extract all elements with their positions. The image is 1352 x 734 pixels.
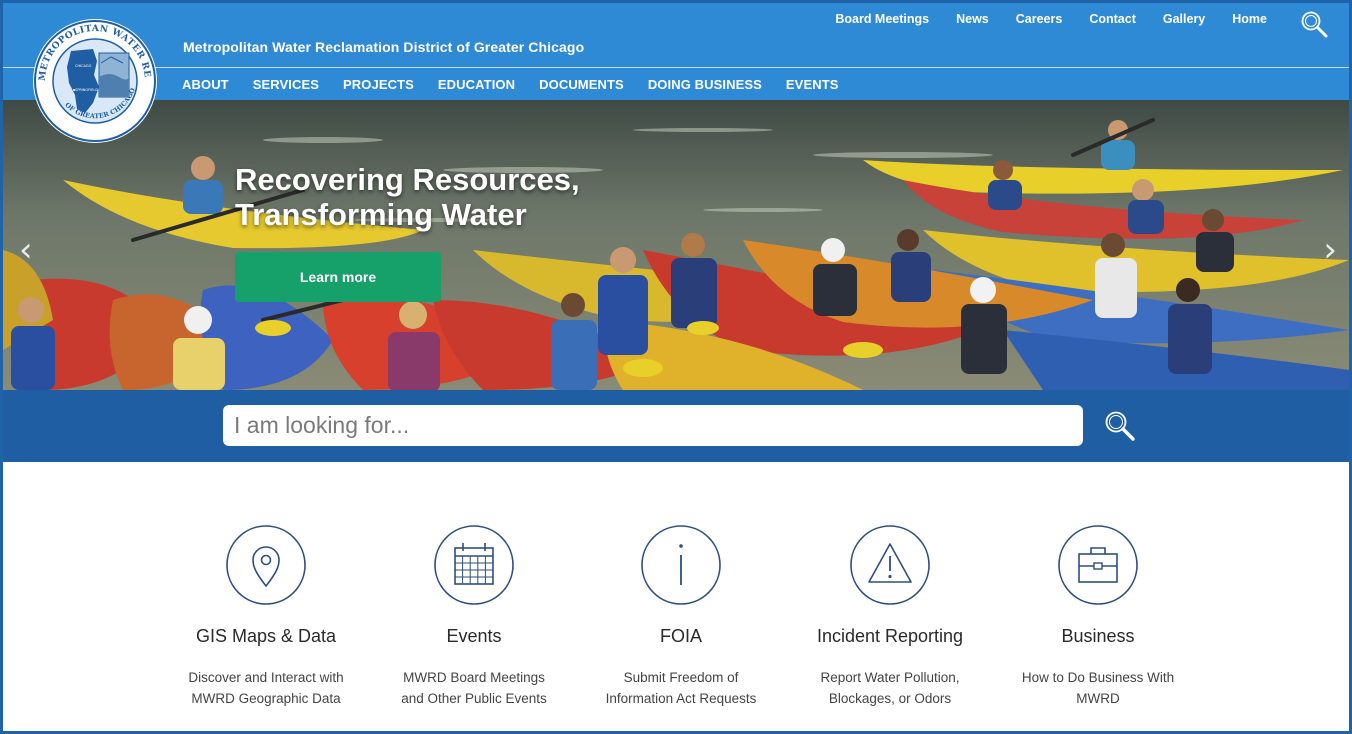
- nav-documents[interactable]: DOCUMENTS: [539, 77, 624, 92]
- map-pin-icon: [225, 524, 307, 606]
- feature-desc-line-2: Information Act Requests: [605, 691, 757, 706]
- feature-card-incident[interactable]: Incident Reporting Report Water Pollutio…: [785, 524, 995, 709]
- hero-kayak-photo: [3, 100, 1349, 390]
- feature-desc-line-1: MWRD Board Meetings: [403, 670, 545, 685]
- hero-title-line-2: Transforming Water: [235, 197, 527, 232]
- nav-about[interactable]: ABOUT: [182, 77, 229, 92]
- feature-desc: Report Water Pollution, Blockages, or Od…: [785, 667, 995, 709]
- feature-desc: How to Do Business With MWRD: [993, 667, 1203, 709]
- seal-map-label-2: SPRINGFIELD: [75, 88, 98, 92]
- calendar-icon: [433, 524, 515, 606]
- feature-card-business[interactable]: Business How to Do Business With MWRD: [993, 524, 1203, 709]
- feature-desc-line-2: Blockages, or Odors: [828, 691, 952, 706]
- main-nav: ABOUT SERVICES PROJECTS EDUCATION DOCUME…: [182, 77, 863, 92]
- carousel-next-arrow-icon[interactable]: ›: [1323, 230, 1337, 270]
- site-title[interactable]: Metropolitan Water Reclamation District …: [183, 39, 584, 55]
- feature-title: Business: [1061, 626, 1135, 646]
- briefcase-icon: [1057, 524, 1139, 606]
- nav-services[interactable]: SERVICES: [253, 77, 319, 92]
- page-frame: Metropolitan Water Reclamation District …: [0, 0, 1352, 734]
- utility-nav: Board Meetings News Careers Contact Gall…: [808, 12, 1267, 26]
- header-divider: [3, 67, 1349, 68]
- feature-card-gis[interactable]: GIS Maps & Data Discover and Interact wi…: [161, 524, 371, 709]
- feature-card-events[interactable]: Events MWRD Board Meetings and Other Pub…: [369, 524, 579, 709]
- feature-desc: Discover and Interact with MWRD Geograph…: [161, 667, 371, 709]
- util-nav-contact[interactable]: Contact: [1089, 12, 1136, 26]
- warning-icon: [849, 524, 931, 606]
- nav-doing-business[interactable]: DOING BUSINESS: [648, 77, 762, 92]
- header-search-icon[interactable]: [1299, 9, 1329, 39]
- seal-map-label-1: CHICAGO: [75, 64, 92, 68]
- district-seal-logo[interactable]: METROPOLITAN WATER RECLAMATION DISTRICT …: [26, 10, 159, 145]
- util-nav-news[interactable]: News: [956, 12, 989, 26]
- feature-card-foia[interactable]: FOIA Submit Freedom of Information Act R…: [576, 524, 786, 709]
- util-nav-careers[interactable]: Careers: [1016, 12, 1063, 26]
- site-search-input[interactable]: [223, 405, 1083, 446]
- search-submit-icon[interactable]: [1103, 409, 1137, 443]
- feature-title: Events: [446, 626, 502, 646]
- feature-desc: MWRD Board Meetings and Other Public Eve…: [369, 667, 579, 709]
- feature-desc-line-1: How to Do Business With: [1021, 670, 1175, 685]
- feature-title: GIS Maps & Data: [195, 626, 337, 646]
- feature-desc-line-2: MWRD Geographic Data: [191, 691, 341, 706]
- site-header: Metropolitan Water Reclamation District …: [3, 3, 1349, 100]
- feature-desc-line-1: Submit Freedom of: [623, 670, 739, 685]
- carousel-prev-arrow-icon[interactable]: ‹: [19, 230, 33, 270]
- feature-desc-line-1: Discover and Interact with: [188, 670, 344, 685]
- feature-desc-line-1: Report Water Pollution,: [820, 670, 960, 685]
- hero-title-line-1: Recovering Resources,: [235, 162, 580, 197]
- feature-desc: Submit Freedom of Information Act Reques…: [576, 667, 786, 709]
- learn-more-button[interactable]: Learn more: [235, 252, 441, 302]
- hero-title: Recovering Resources, Transforming Water: [235, 162, 595, 232]
- feature-desc-line-2: MWRD: [1076, 691, 1120, 706]
- feature-title: FOIA: [659, 626, 702, 646]
- search-band: [3, 390, 1349, 462]
- util-nav-board-meetings[interactable]: Board Meetings: [835, 12, 929, 26]
- util-nav-gallery[interactable]: Gallery: [1163, 12, 1205, 26]
- nav-education[interactable]: EDUCATION: [438, 77, 515, 92]
- nav-projects[interactable]: PROJECTS: [343, 77, 414, 92]
- nav-events[interactable]: EVENTS: [786, 77, 839, 92]
- feature-title: Incident Reporting: [816, 626, 964, 646]
- feature-cards: GIS Maps & Data Discover and Interact wi…: [3, 462, 1349, 731]
- feature-desc-line-2: and Other Public Events: [401, 691, 547, 706]
- util-nav-home[interactable]: Home: [1232, 12, 1267, 26]
- info-icon: [640, 524, 722, 606]
- hero-carousel: Recovering Resources, Transforming Water…: [3, 100, 1349, 390]
